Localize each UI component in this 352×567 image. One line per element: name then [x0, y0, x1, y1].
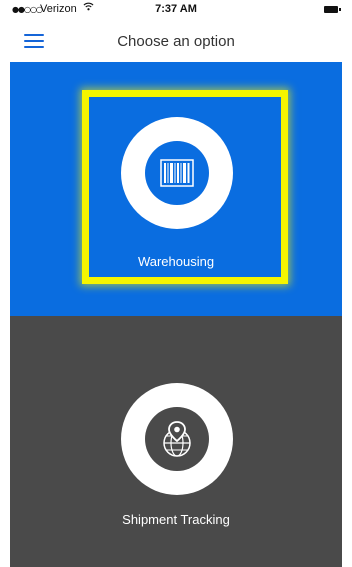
status-bar: ●●○○○ Verizon 7:37 AM [10, 0, 342, 20]
app-screen: ●●○○○ Verizon 7:37 AM Choose an option W… [10, 0, 342, 567]
shipment-tracking-option[interactable]: Shipment Tracking [10, 316, 342, 567]
warehousing-option[interactable]: Warehousing [10, 62, 342, 316]
warehousing-icon-ring [121, 117, 233, 229]
globe-location-pin-icon [163, 421, 191, 457]
shipment-tracking-icon-ring [121, 383, 233, 495]
status-time: 7:37 AM [155, 3, 197, 15]
barcode-icon [160, 159, 194, 187]
battery-icon [324, 6, 341, 13]
shipment-tracking-label: Shipment Tracking [122, 512, 230, 527]
page-title: Choose an option [117, 33, 235, 50]
navigation-bar: Choose an option [10, 20, 342, 62]
warehousing-label: Warehousing [137, 254, 215, 269]
